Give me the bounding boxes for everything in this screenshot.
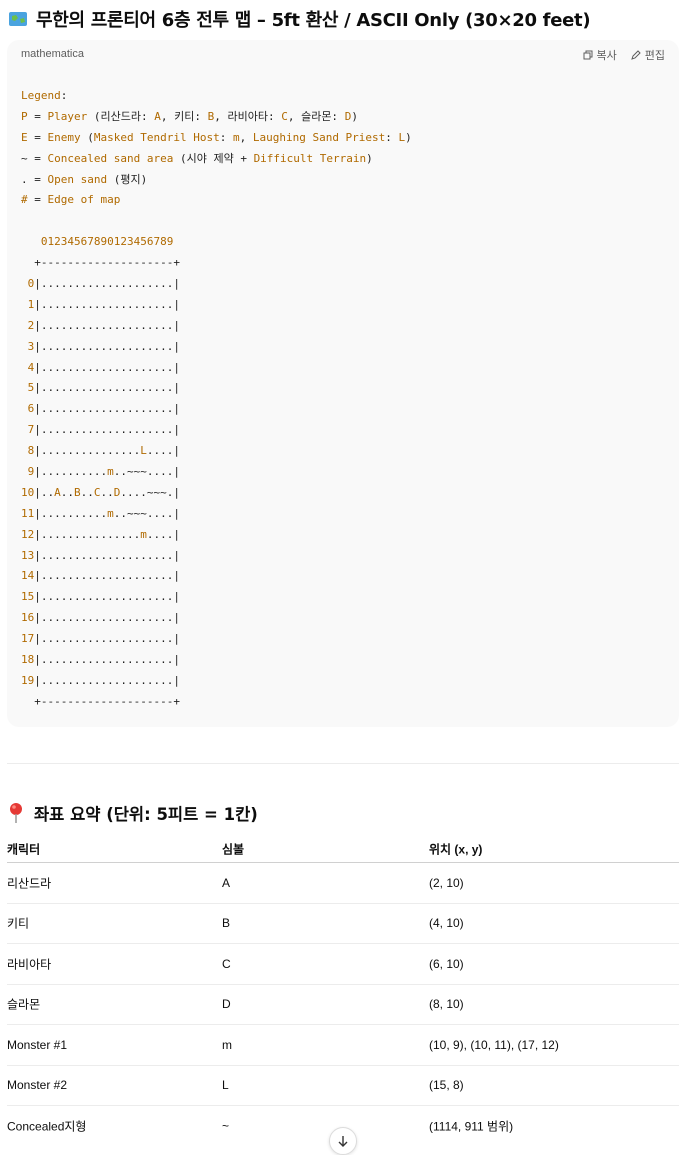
cell-character: Monster #2	[7, 1078, 68, 1093]
code-line: 2|....................|	[21, 318, 180, 332]
cell-character: 슬라몬	[7, 997, 41, 1012]
code-line: 15|....................|	[21, 590, 180, 604]
cell-symbol: ~	[222, 1118, 230, 1133]
cell-position: (2, 10)	[429, 875, 464, 890]
header-position: 위치 (x, y)	[429, 842, 483, 857]
code-line: 4|....................|	[21, 360, 180, 374]
section-title: 좌표 요약 (단위: 5피트 = 1칸)	[8, 800, 258, 826]
code-line: 9|..........m..~~~....|	[21, 465, 180, 479]
table-row: Monster #2 L (15, 8)	[7, 1066, 679, 1106]
cell-character: 키티	[7, 916, 30, 931]
table-row: 리산드라 A (2, 10)	[7, 863, 679, 904]
cell-symbol: D	[222, 997, 231, 1012]
code-line: P = Player (리산드라: A, 키티: B, 라비아타: C, 슬라몬…	[21, 109, 358, 123]
cell-symbol: L	[222, 1078, 229, 1093]
code-line: 6|....................|	[21, 402, 180, 416]
code-line: 5|....................|	[21, 381, 180, 395]
code-line: E = Enemy (Masked Tendril Host: m, Laugh…	[21, 130, 412, 144]
code-line: 11|..........m..~~~....|	[21, 506, 180, 520]
cell-symbol: B	[222, 916, 231, 931]
cell-position: (6, 10)	[429, 956, 464, 971]
code-line: 12|...............m....|	[21, 527, 180, 541]
code-content: Legend: P = Player (리산드라: A, 키티: B, 라비아타:…	[21, 86, 412, 713]
code-line: 0|....................|	[21, 277, 180, 291]
page-title: 무한의 프론티어 6층 전투 맵 – 5ft 환산 / ASCII Only (…	[8, 6, 591, 32]
cell-character: 리산드라	[7, 876, 52, 891]
code-line: 8|...............L....|	[21, 444, 180, 458]
table-row: 슬라몬 D (8, 10)	[7, 985, 679, 1025]
pin-icon	[8, 802, 26, 824]
cell-symbol: m	[222, 1037, 232, 1052]
code-line: 16|....................|	[21, 611, 180, 625]
copy-icon	[583, 50, 592, 60]
code-line: 1|....................|	[21, 297, 180, 311]
code-line: 17|....................|	[21, 632, 180, 646]
scroll-down-button[interactable]	[329, 1127, 357, 1155]
cell-position: (1114, 911 범위)	[429, 1119, 514, 1134]
section-divider	[7, 763, 679, 764]
page-title-text: 무한의 프론티어 6층 전투 맵 – 5ft 환산 / ASCII Only (…	[36, 10, 591, 31]
table-row: 라비아타 C (6, 10)	[7, 944, 679, 985]
table-header-row: 캐릭터 심볼 위치 (x, y)	[7, 836, 679, 863]
edit-button[interactable]: 편집	[630, 47, 665, 63]
code-language-label: mathematica	[21, 48, 84, 60]
code-line: +--------------------+	[21, 256, 180, 270]
header-symbol: 심볼	[222, 842, 245, 857]
code-line: 10|..A..B..C..D....~~~.|	[21, 485, 180, 499]
cell-position: (8, 10)	[429, 997, 464, 1012]
table-row: 키티 B (4, 10)	[7, 904, 679, 944]
cell-position: (4, 10)	[429, 916, 464, 931]
cell-position: (15, 8)	[429, 1078, 464, 1093]
code-line: +--------------------+	[21, 694, 180, 708]
code-line: Legend:	[21, 89, 68, 102]
code-line: 19|....................|	[21, 673, 180, 687]
code-line: 14|....................|	[21, 569, 180, 583]
code-line: 3|....................|	[21, 339, 180, 353]
code-line: ~ = Concealed sand area (시야 제약 + Difficu…	[21, 151, 373, 165]
pencil-icon	[630, 50, 641, 60]
code-block-header: mathematica 복사 편집	[7, 40, 679, 70]
cell-symbol: A	[222, 875, 231, 890]
cell-character: Concealed지형	[7, 1119, 87, 1134]
table-row: Monster #1 m (10, 9), (10, 11), (17, 12)	[7, 1025, 679, 1066]
code-line: 01234567890123456789	[40, 235, 174, 249]
copy-button-label: 복사	[596, 50, 617, 62]
code-line: # = Edge of map	[21, 193, 121, 207]
copy-button[interactable]: 복사	[583, 47, 617, 63]
arrow-down-icon	[338, 1136, 348, 1147]
cell-character: Monster #1	[7, 1037, 68, 1052]
code-line: . = Open sand (평지)	[21, 172, 148, 186]
world-map-icon	[8, 10, 28, 28]
code-block: mathematica 복사 편집 Legend: P = Player (리산드…	[7, 40, 679, 727]
edit-button-label: 편집	[644, 50, 665, 62]
cell-character: 라비아타	[7, 957, 52, 972]
code-line: 7|....................|	[21, 423, 180, 437]
header-character: 캐릭터	[7, 842, 41, 857]
cell-symbol: C	[222, 956, 231, 971]
code-line: 13|....................|	[21, 548, 180, 562]
cell-position: (10, 9), (10, 11), (17, 12)	[429, 1037, 559, 1052]
section-title-text: 좌표 요약 (단위: 5피트 = 1칸)	[34, 805, 258, 824]
coordinate-table: 캐릭터 심볼 위치 (x, y) 리산드라 A (2, 10) 키티 B (4,…	[7, 836, 679, 1146]
code-line: 18|....................|	[21, 653, 180, 667]
